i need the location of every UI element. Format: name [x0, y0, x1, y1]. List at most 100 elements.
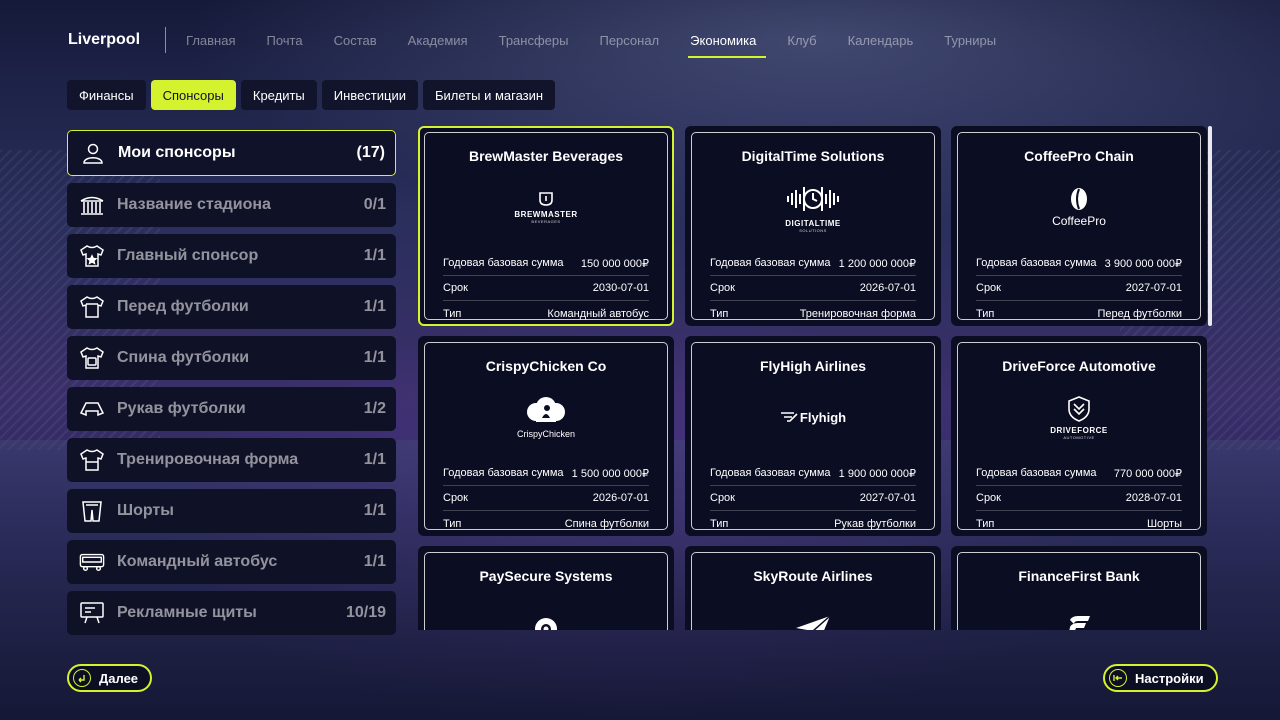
nav-item-club[interactable]: Клуб	[787, 33, 816, 48]
category-stadium-name[interactable]: Название стадиона 0/1	[67, 183, 396, 227]
sponsor-card[interactable]: CrispyChicken Co CrispyChicken Годовая б…	[418, 336, 674, 536]
category-training-kit[interactable]: Тренировочная форма 1/1	[67, 438, 396, 482]
digitaltime-logo: DIGITALTIME SOLUTIONS	[692, 177, 934, 237]
shirt-front-icon	[79, 294, 105, 320]
category-count: 1/1	[363, 451, 386, 468]
nav-item-tournaments[interactable]: Турниры	[944, 33, 996, 48]
billboard-icon	[79, 600, 105, 626]
category-label: Шорты	[117, 502, 174, 519]
coffeepro-logo: CoffeePro	[958, 177, 1200, 237]
logo-text: DRIVEFORCE	[1050, 425, 1108, 435]
economy-subtabs: Финансы Спонсоры Кредиты Инвестиции Биле…	[67, 80, 560, 110]
tab-finances[interactable]: Финансы	[67, 80, 146, 110]
grid-scrollbar[interactable]	[1208, 126, 1212, 326]
sponsor-details: Годовая базовая сумма 1 200 000 000₽ Срок…	[710, 251, 916, 326]
sponsor-card[interactable]: FlyHigh Airlines Flyhigh Годовая базовая…	[685, 336, 941, 536]
next-label: Далее	[99, 670, 139, 686]
amount-label: Годовая базовая сумма	[976, 257, 1097, 269]
settings-button[interactable]: Настройки	[1103, 664, 1218, 692]
type-value: Командный автобус	[547, 307, 649, 320]
driveforce-logo: DRIVEFORCE AUTOMOTIVE	[958, 387, 1200, 447]
category-label: Название стадиона	[117, 196, 271, 213]
category-count: 1/1	[363, 349, 386, 366]
card-frame: CrispyChicken Co CrispyChicken Годовая б…	[424, 342, 668, 530]
category-count: 1/1	[363, 247, 386, 264]
tab-sponsors[interactable]: Спонсоры	[150, 80, 236, 110]
sponsor-card[interactable]: SkyRoute Airlines	[685, 546, 941, 630]
type-label: Тип	[443, 517, 462, 530]
card-frame: BrewMaster Beverages BREWMASTER BEVERAGE…	[424, 132, 668, 320]
card-frame: CoffeePro Chain CoffeePro Годовая базова…	[957, 132, 1201, 320]
sponsor-details: Годовая базовая сумма 1 500 000 000₽ Срок…	[443, 461, 649, 536]
category-count: 1/1	[363, 553, 386, 570]
sponsor-name: CrispyChicken Co	[485, 358, 607, 374]
nav-item-staff[interactable]: Персонал	[599, 33, 659, 48]
type-value: Шорты	[1146, 517, 1182, 530]
category-my-sponsors[interactable]: Мои спонсоры (17)	[67, 130, 396, 176]
sponsor-card[interactable]: FinanceFirst Bank	[951, 546, 1207, 630]
term-value: 2030-07-01	[592, 282, 649, 294]
type-value: Перед футболки	[1097, 307, 1182, 320]
sponsor-card[interactable]: DriveForce Automotive DRIVEFORCE AUTOMOT…	[951, 336, 1207, 536]
nav-item-squad[interactable]: Состав	[334, 33, 377, 48]
term-label: Срок	[443, 492, 468, 504]
settings-label: Настройки	[1135, 670, 1204, 686]
sponsor-card[interactable]: PaySecure Systems	[418, 546, 674, 630]
nav-item-home[interactable]: Главная	[186, 33, 235, 48]
tab-tickets-shop[interactable]: Билеты и магазин	[422, 80, 556, 110]
category-main-sponsor[interactable]: Главный спонсор 1/1	[67, 234, 396, 278]
category-shirt-front[interactable]: Перед футболки 1/1	[67, 285, 396, 329]
type-label: Тип	[710, 517, 729, 530]
category-count: (17)	[356, 144, 385, 161]
card-frame: PaySecure Systems	[424, 552, 668, 630]
category-sleeve[interactable]: Рукав футболки 1/2	[67, 387, 396, 431]
category-count: 0/1	[363, 196, 386, 213]
sponsor-card[interactable]: DigitalTime Solutions DIGITALTIME SOLUTI…	[685, 126, 941, 326]
sleeve-icon	[79, 396, 105, 422]
skyroute-logo	[692, 597, 934, 630]
main-nav: Главная Почта Состав Академия Трансферы …	[186, 33, 1027, 58]
financefirst-logo	[958, 597, 1200, 630]
category-billboards[interactable]: Рекламные щиты 10/19	[67, 591, 396, 635]
nav-item-transfers[interactable]: Трансферы	[499, 33, 569, 48]
sponsor-details: Годовая базовая сумма 3 900 000 000₽ Срок…	[976, 251, 1182, 326]
nav-item-academy[interactable]: Академия	[408, 33, 468, 48]
amount-label: Годовая базовая сумма	[443, 467, 564, 479]
next-button[interactable]: Далее	[67, 664, 153, 692]
sponsor-name: SkyRoute Airlines	[753, 568, 873, 584]
nav-item-economy[interactable]: Экономика	[688, 33, 767, 58]
tab-loans[interactable]: Кредиты	[240, 80, 317, 110]
amount-label: Годовая базовая сумма	[710, 467, 831, 479]
category-label: Командный автобус	[117, 553, 278, 570]
nav-item-calendar[interactable]: Календарь	[848, 33, 914, 48]
category-shorts[interactable]: Шорты 1/1	[67, 489, 396, 533]
controller-button-icon	[1109, 669, 1127, 687]
tab-investments[interactable]: Инвестиции	[321, 80, 418, 110]
sponsor-card[interactable]: CoffeePro Chain CoffeePro Годовая базова…	[951, 126, 1207, 326]
category-team-bus[interactable]: Командный автобус 1/1	[67, 540, 396, 584]
flyhigh-logo: Flyhigh	[692, 387, 934, 447]
amount-value: 3 900 000 000₽	[1104, 257, 1182, 270]
type-value: Спина футболки	[564, 517, 649, 530]
term-value: 2027-07-01	[859, 492, 916, 504]
amount-label: Годовая базовая сумма	[443, 257, 564, 269]
term-value: 2028-07-01	[1125, 492, 1182, 504]
card-frame: FinanceFirst Bank	[957, 552, 1201, 630]
category-count: 1/2	[363, 400, 386, 417]
sponsor-name: FlyHigh Airlines	[759, 358, 867, 374]
category-shirt-back[interactable]: Спина футболки 1/1	[67, 336, 396, 380]
type-value: Тренировочная форма	[799, 307, 916, 320]
bus-icon	[79, 549, 105, 575]
amount-value: 1 900 000 000₽	[838, 467, 916, 480]
category-count: 1/1	[363, 298, 386, 315]
amount-value: 1 200 000 000₽	[838, 257, 916, 270]
type-value: Рукав футболки	[834, 517, 916, 530]
term-value: 2026-07-01	[859, 282, 916, 294]
type-label: Тип	[710, 307, 729, 320]
controller-button-icon	[73, 669, 91, 687]
logo-text: Flyhigh	[799, 409, 847, 425]
category-label: Тренировочная форма	[117, 451, 299, 468]
sponsor-card[interactable]: BrewMaster Beverages BREWMASTER BEVERAGE…	[418, 126, 674, 326]
nav-item-mail[interactable]: Почта	[267, 33, 303, 48]
logo-subtext: AUTOMOTIVE	[1063, 434, 1095, 440]
